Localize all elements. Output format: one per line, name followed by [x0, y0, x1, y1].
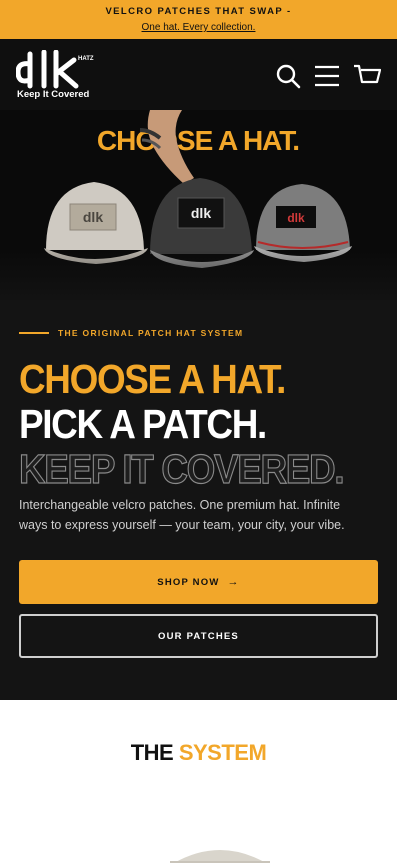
cart-icon[interactable]: [353, 63, 381, 89]
hat-patch-label: dlk: [287, 211, 305, 225]
hero-headline: CHOOSE A HAT. PICK A PATCH. KEEP IT COVE…: [18, 356, 379, 493]
logo-mark: HATZ: [16, 50, 94, 89]
hero-description: Interchangeable velcro patches. One prem…: [19, 498, 345, 532]
announcement-link[interactable]: One hat. Every collection.: [142, 22, 256, 33]
logo-small-text: HATZ: [78, 56, 94, 62]
menu-icon[interactable]: [314, 63, 340, 89]
announcement-text: VELCRO PATCHES THAT SWAP -: [105, 6, 292, 17]
section-title: THE SYSTEM: [0, 740, 397, 766]
hero-eyebrow: THE ORIGINAL PATCH HAT SYSTEM: [19, 328, 243, 338]
hat-patch-label: dlk: [83, 209, 103, 225]
our-patches-label: OUR PATCHES: [158, 630, 239, 642]
eyebrow-line: [19, 332, 49, 334]
site-header: HATZ Keep It Covered: [0, 39, 397, 110]
announcement-bar: VELCRO PATCHES THAT SWAP - One hat. Ever…: [0, 0, 397, 39]
hero-image-text: CHOOSE A HAT.: [97, 125, 299, 156]
logo-tagline: Keep It Covered: [17, 89, 90, 100]
headline-line-2: PICK A PATCH.: [19, 401, 267, 447]
shop-now-button[interactable]: SHOP NOW →: [19, 560, 378, 604]
eyebrow-text: THE ORIGINAL PATCH HAT SYSTEM: [58, 328, 244, 338]
brand-logo[interactable]: HATZ Keep It Covered: [16, 50, 96, 102]
headline-line-1: CHOOSE A HAT.: [19, 356, 286, 402]
section-title-part-2: SYSTEM: [178, 740, 267, 765]
shop-now-label: SHOP NOW: [157, 576, 220, 588]
hat-image-partial: [170, 850, 270, 863]
hero-section: CHOOSE A HAT. dlk dlk dlk THE ORIGINAL P…: [0, 110, 397, 700]
headline-line-3: KEEP IT COVERED.: [18, 446, 345, 492]
arrow-right-icon: →: [227, 576, 240, 588]
system-section: THE SYSTEM: [0, 700, 397, 863]
section-title-part-1: THE: [130, 740, 174, 765]
hat-patch-label: dlk: [191, 205, 211, 221]
search-icon[interactable]: [275, 63, 301, 89]
hero-image-fade: [0, 250, 397, 310]
our-patches-button[interactable]: OUR PATCHES: [19, 614, 378, 658]
